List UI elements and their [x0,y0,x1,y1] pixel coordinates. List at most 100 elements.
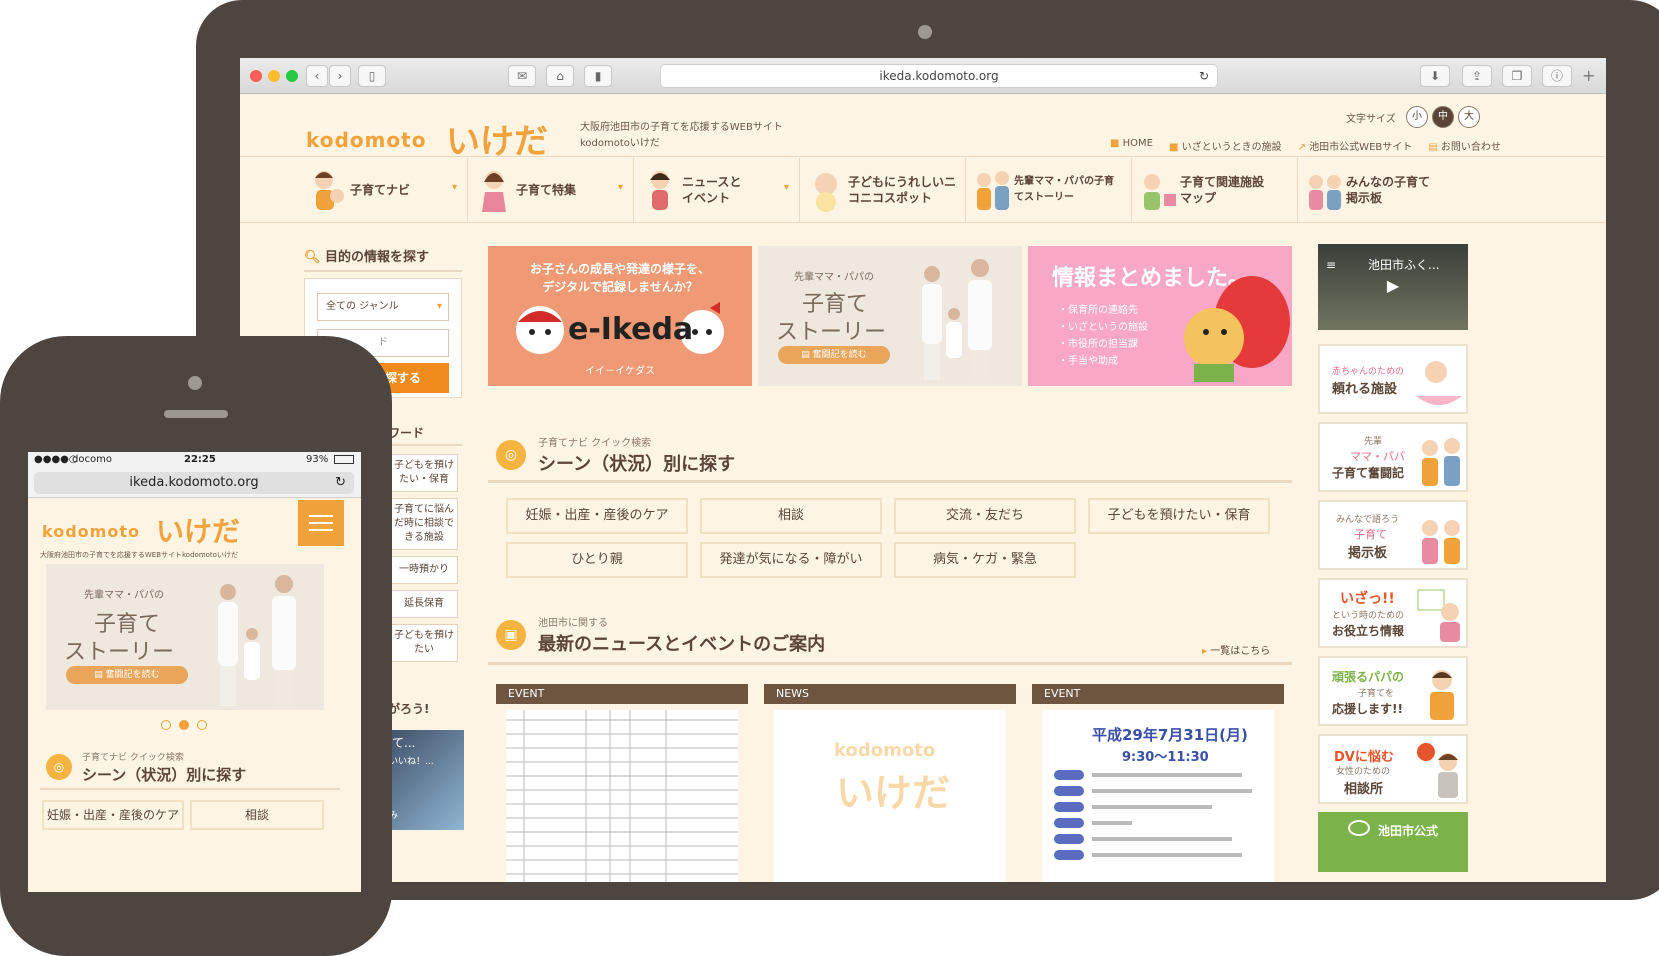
scene-button[interactable]: 交流・友だち [894,498,1076,534]
device-icon[interactable]: ▮ [584,65,612,87]
side-banner-big: 頼れる施設 [1332,382,1398,397]
mail-icon[interactable]: ✉ [508,65,536,87]
phone-screen: ●●●●○ docomo 22:25 93% ikeda.kodomoto.or… [28,452,361,892]
mascot-strawberry-icon [1184,276,1290,382]
baby-icon [808,166,844,214]
phone-read-story-button[interactable]: ▤ 奮闘記を読む [66,666,188,684]
side-banner-mid: いざっ!! [1340,591,1395,607]
scene-button[interactable]: 子どもを預けたい・保育 [1088,498,1270,534]
news-more-label: 一覧はこちら [1210,646,1271,657]
url-bar[interactable]: ikeda.kodomoto.org ↻ [660,64,1218,88]
forward-icon[interactable]: › [329,65,351,87]
close-window-button[interactable] [250,70,262,82]
parents-icon [1422,438,1460,486]
banner-e-ikeda[interactable]: お子さんの成長や発達の様子を、 デジタルで記録しませんか？ e-Ikeda イイ… [488,246,752,386]
news-more-link[interactable]: ▸ 一覧はこちら [1202,642,1270,657]
zoom-window-button[interactable] [286,70,298,82]
side-banner-parent-story[interactable]: 先輩 ママ・パパ 子育て奮闘記 [1318,422,1468,492]
scene-button[interactable]: 妊娠・出産・産後のケア [506,498,688,534]
info-icon[interactable]: ⓘ [1542,65,1572,87]
phone-url-field[interactable]: ikeda.kodomoto.org ↻ [34,472,354,494]
playlist-icon: ≡ [1326,258,1337,272]
side-banner-city-official[interactable]: 池田市公式 [1318,812,1468,872]
tablet-screen: ‹ › ▯ ✉ ⌂ ▮ ikeda.kodomoto.org ↻ ⬇ ⇪ ❐ ⓘ… [240,58,1606,882]
phone-logo[interactable]: kodomoto いけだ [42,510,272,548]
news-tag: NEWS [764,684,1016,704]
facility-icon: ■ [1168,142,1182,153]
nav-item-story[interactable]: 先輩ママ・パパの子育 てストーリー [966,158,1132,222]
scene-button[interactable]: 相談 [700,498,882,534]
download-icon[interactable]: ⬇ [1420,65,1450,87]
banner-list: ・保育所の連絡先 ・いざというの施設 ・市役所の担当課 ・手当や助成 [1058,305,1148,367]
util-contact-link[interactable]: ▤ お問い合わせ [1428,138,1501,153]
hamburger-menu-button[interactable] [298,500,344,546]
nav-item-niconico-spot[interactable]: 子どもにうれしいニ コニコスポット [800,158,966,222]
news-card[interactable]: NEWS kodomoto いけだ [764,684,1016,882]
quick-search-eyebrow: 子育てナビ クイック検索 [538,438,652,449]
slide-dot[interactable] [161,720,171,730]
phone-scene-button[interactable]: 妊娠・出産・産後のケア [42,800,184,830]
keyword-button[interactable]: 延長保育 [390,590,458,618]
scene-button[interactable]: ひとり親 [506,542,688,578]
side-banner-dv[interactable]: DVに悩む 女性のための 相談所 [1318,734,1468,804]
menu-icon [309,515,333,517]
site-logo[interactable]: kodomoto いけだ [306,114,586,162]
side-banner-papa[interactable]: 頑張るパパの 子育てを 応援します!! [1318,656,1468,726]
child-dancing-icon [642,166,678,214]
keyword-button[interactable]: 子育てに悩ん だ時に相談で きる施設 [390,498,458,550]
search-button-label: 探する [385,371,422,385]
tabs-icon[interactable]: ❐ [1502,65,1532,87]
back-icon[interactable]: ‹ [306,65,328,87]
slide-dot-active[interactable] [179,720,189,730]
news-card[interactable]: EVENT 平成29年7月31日(月) 9:30～11:30 [1032,684,1284,882]
banner-story[interactable]: 先輩ママ・パパの 子育て ストーリー ▤ 奮闘記を読む [758,246,1022,386]
slide-dot[interactable] [197,720,207,730]
battery-icon [334,455,354,464]
keyword-button[interactable]: 子どもを預け たい・保育 [390,454,458,492]
scene-button[interactable]: 発達が気になる・障がい [700,542,882,578]
util-city-link[interactable]: ↗ 池田市公式WEBサイト [1298,138,1413,153]
font-size-large-button[interactable]: 大 [1458,106,1480,128]
news-card[interactable]: EVENT [496,684,748,882]
side-banner-mid: DVに悩む [1334,750,1394,765]
read-story-button[interactable]: ▤ 奮闘記を読む [778,346,890,364]
side-banner-small: 女性のための [1336,767,1391,777]
side-banner-small: という時のための [1332,611,1405,621]
nav-item-news-events[interactable]: ニュースと イベント ▾ [634,158,800,222]
font-size-small-button[interactable]: 小 [1406,106,1428,128]
reload-icon[interactable]: ↻ [1199,65,1209,87]
nav-item-board[interactable]: みんなの子育て 掲示板 [1298,158,1468,222]
side-banner-mid: 頑張るパパの [1332,670,1405,684]
font-size-medium-button[interactable]: 中 [1432,106,1454,128]
play-icon[interactable]: ▶ [1378,276,1408,300]
keyword-button[interactable]: 子どもを預け たい [390,624,458,662]
phone-scene-button[interactable]: 相談 [190,800,324,830]
nav-item-kosodate-navi[interactable]: 子育てナビ ▾ [302,158,468,222]
minimize-window-button[interactable] [268,70,280,82]
util-emergency-link[interactable]: ■ いざというときの施設 [1169,138,1282,153]
nav-item-facility-map[interactable]: 子育て関連施設 マップ [1132,158,1298,222]
home-icon[interactable]: ⌂ [546,65,574,87]
book-icon: ▤ [94,670,106,680]
site-page: kodomoto いけだ 大阪府池田市の子育てを応援するWEBサイト kodom… [240,94,1606,882]
reload-icon[interactable]: ↻ [335,472,346,494]
phone-slide-story[interactable]: 先輩ママ・パパの 子育て ストーリー ▤ 奮闘記を読む [46,564,324,710]
util-home-link[interactable]: ■ HOME [1110,138,1153,153]
video-player[interactable]: ≡ 池田市ふく... ▶ [1318,244,1468,330]
side-banner-mid: ママ・パパ [1350,450,1405,463]
side-banner-baby-facility[interactable]: 赤ちゃんのための 頼れる施設 [1318,344,1468,414]
global-nav: 子育てナビ ▾ 子育て特集 ▾ ニュースと イベント ▾ 子どもにうれしいニ コ… [302,158,1542,222]
side-banner-emergency[interactable]: いざっ!! という時のための お役立ち情報 [1318,578,1468,648]
side-banner-big: 子育て奮闘記 [1332,466,1405,480]
genre-select[interactable]: 全ての ジャンル ▾ [317,293,449,321]
phone-quick-title: シーン（状況）別に探す [82,766,247,784]
banner-info-summary[interactable]: 情報まとめました。 ・保育所の連絡先 ・いざというの施設 ・市役所の担当課 ・手… [1028,246,1292,386]
share-icon[interactable]: ⇪ [1462,65,1492,87]
nav-item-feature[interactable]: 子育て特集 ▾ [468,158,634,222]
chevron-down-icon: ▾ [617,182,623,193]
new-tab-icon[interactable]: + [1582,66,1602,85]
keyword-button[interactable]: 一時預かり [390,556,458,584]
side-banner-board[interactable]: みんなで語ろう 子育て 掲示板 [1318,500,1468,570]
scene-button[interactable]: 病気・ケガ・緊急 [894,542,1076,578]
sidebar-icon[interactable]: ▯ [358,65,386,87]
